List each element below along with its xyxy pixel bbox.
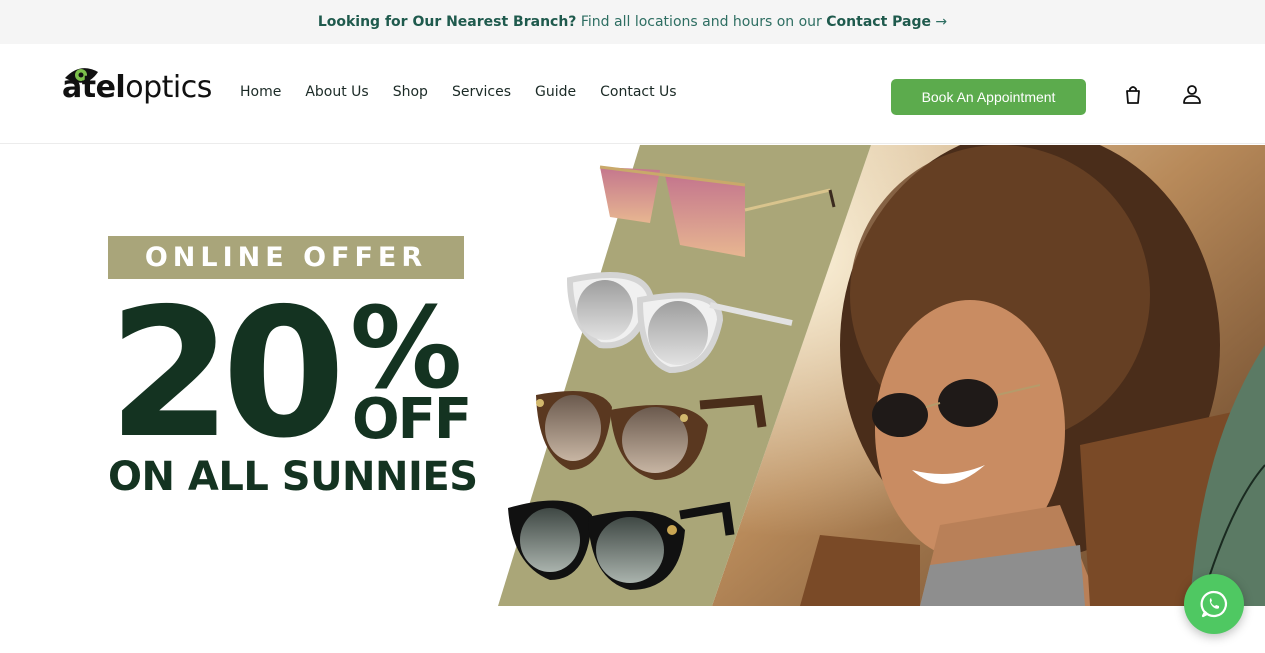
shopping-bag-icon[interactable] bbox=[1122, 84, 1144, 106]
offer-subline: ON ALL SUNNIES bbox=[108, 454, 478, 500]
whatsapp-chat-button[interactable] bbox=[1184, 574, 1244, 634]
announcement-lead: Looking for Our Nearest Branch? bbox=[317, 14, 577, 30]
nav-guide[interactable]: Guide bbox=[535, 84, 576, 100]
main-nav: Home About Us Shop Services Guide Contac… bbox=[240, 84, 701, 100]
nav-services[interactable]: Services bbox=[452, 84, 511, 100]
logo-wordmark: ateloptics bbox=[62, 70, 212, 105]
book-appointment-button[interactable]: Book An Appointment bbox=[891, 79, 1086, 115]
site-header: ateloptics Home About Us Shop Services G… bbox=[0, 44, 1265, 144]
announcement-text: Find all locations and hours on our bbox=[576, 14, 827, 30]
whatsapp-icon bbox=[1200, 590, 1228, 618]
announcement-bar: Looking for Our Nearest Branch? Find all… bbox=[0, 0, 1265, 44]
hero-banner[interactable]: ONLINE OFFER 20 % OFF ON ALL SUNNIES bbox=[0, 145, 1265, 606]
nav-shop[interactable]: Shop bbox=[393, 84, 428, 100]
off-label: OFF bbox=[352, 387, 472, 452]
user-account-icon[interactable] bbox=[1181, 83, 1203, 105]
nav-home[interactable]: Home bbox=[240, 84, 281, 100]
nav-contact-us[interactable]: Contact Us bbox=[600, 84, 676, 100]
site-logo[interactable]: ateloptics bbox=[62, 64, 212, 112]
discount-number: 20 bbox=[108, 270, 346, 477]
arrow-icon: → bbox=[930, 14, 948, 30]
nav-about-us[interactable]: About Us bbox=[305, 84, 368, 100]
contact-page-link[interactable]: Contact Page bbox=[826, 14, 931, 30]
